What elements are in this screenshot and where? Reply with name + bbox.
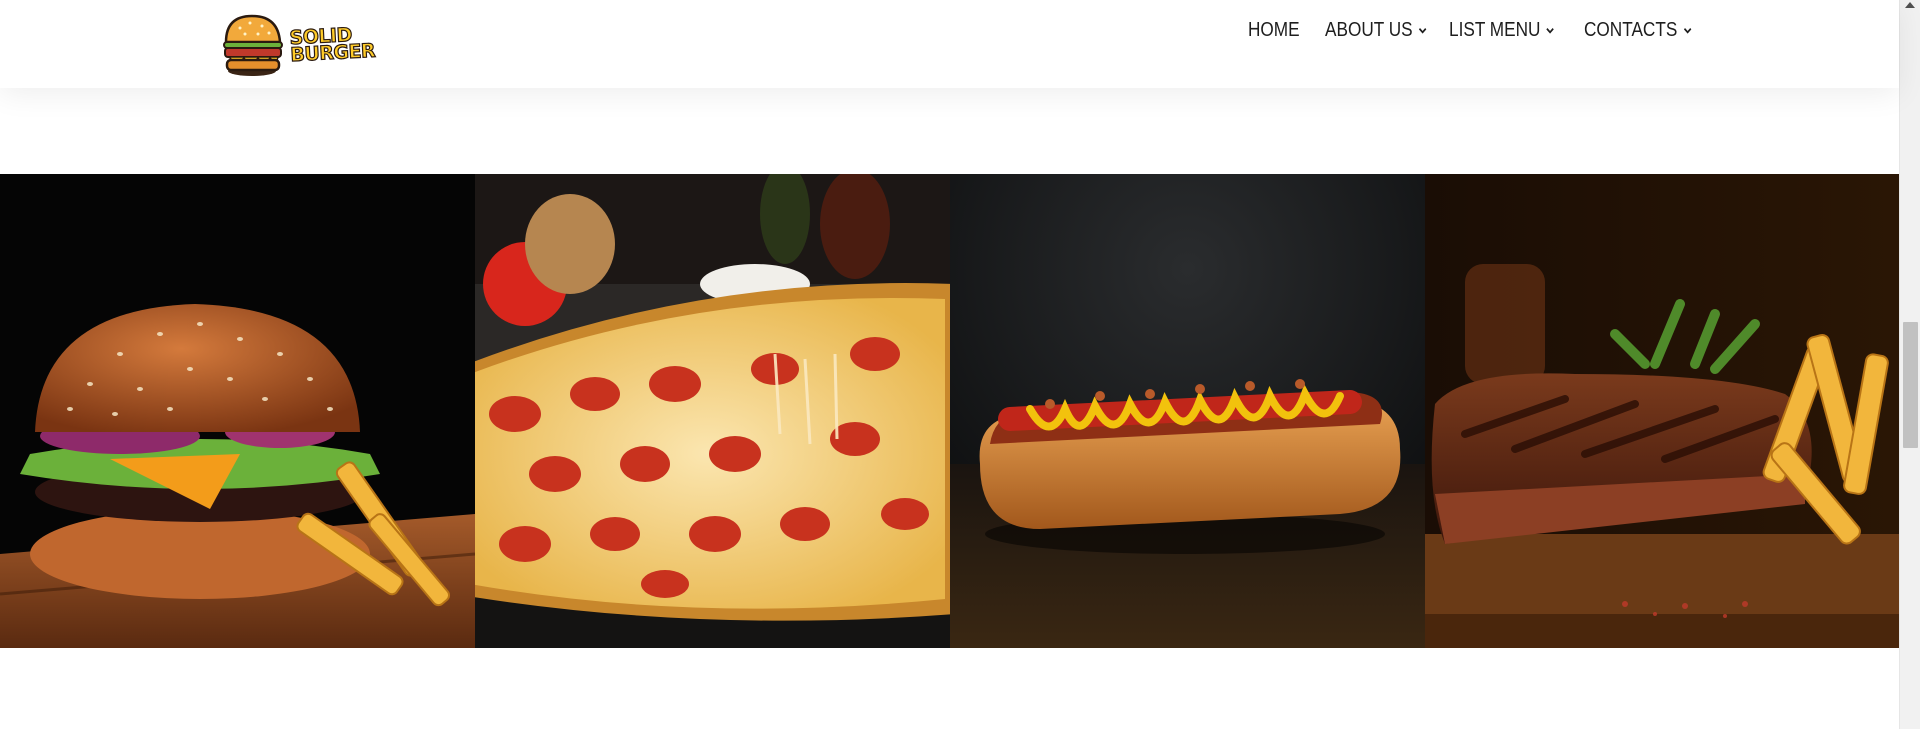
logo-text-line2: BURGER [289, 39, 376, 67]
logo-wordmark: SOLID BURGER [288, 23, 376, 67]
nav-list-menu[interactable]: LIST MENU [1449, 19, 1555, 42]
gallery-image-burger[interactable] [0, 174, 475, 648]
nav-list-menu-label: LIST MENU [1449, 18, 1541, 41]
burger-logo-icon [218, 8, 290, 80]
chevron-down-icon [1546, 27, 1555, 34]
nav-contacts[interactable]: CONTACTS [1584, 19, 1692, 42]
nav-home[interactable]: HOME [1248, 19, 1300, 42]
food-gallery [0, 174, 1899, 648]
chevron-down-icon [1683, 27, 1691, 34]
scroll-up-arrow-icon[interactable] [1905, 2, 1915, 8]
nav-home-label: HOME [1248, 18, 1300, 41]
chevron-down-icon [1418, 27, 1427, 34]
site-logo[interactable]: SOLID BURGER [218, 8, 376, 80]
gallery-image-steak[interactable] [1425, 174, 1899, 648]
site-header: SOLID BURGER HOME ABOUT US LIST MENU CON… [0, 0, 1899, 88]
nav-about-us-label: ABOUT US [1325, 18, 1413, 41]
gallery-image-hot-dog[interactable] [950, 174, 1425, 648]
page-scrollbar[interactable] [1899, 0, 1920, 729]
nav-about-us[interactable]: ABOUT US [1325, 19, 1427, 42]
nav-contacts-label: CONTACTS [1584, 18, 1678, 41]
scrollbar-thumb[interactable] [1903, 322, 1918, 448]
gallery-image-pizza[interactable] [475, 174, 950, 648]
